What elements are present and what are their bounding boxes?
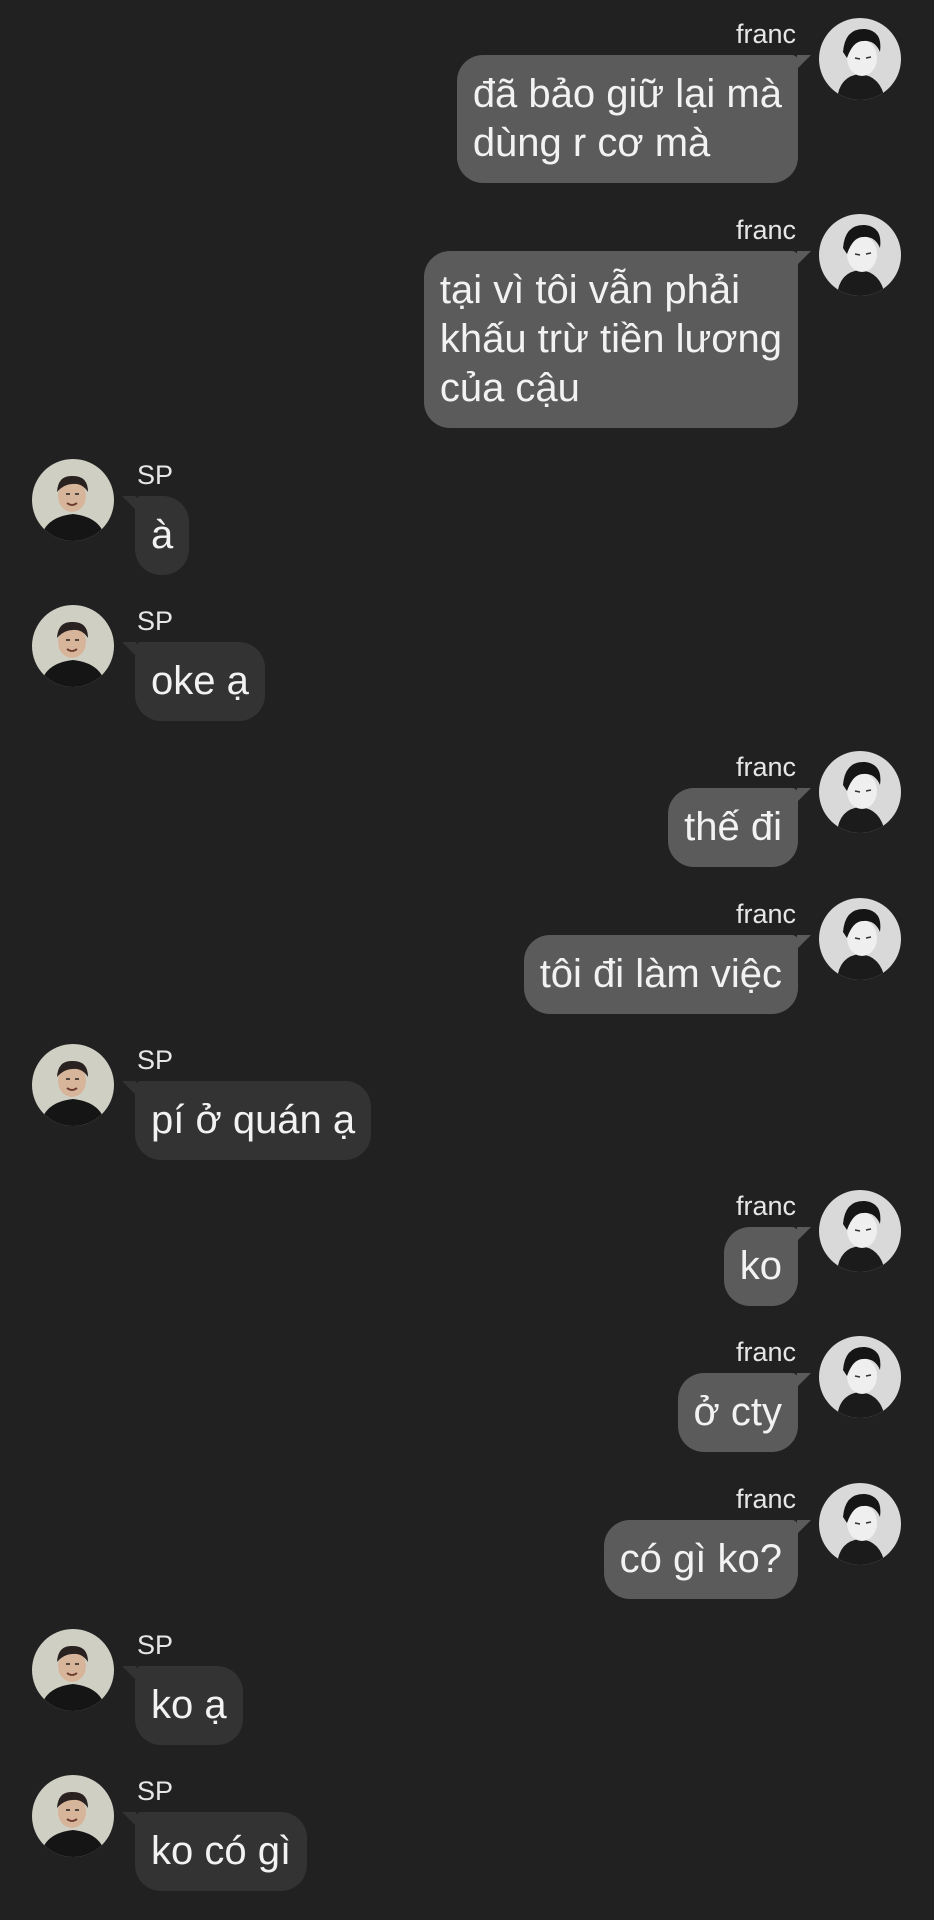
message-bubble[interactable]: ko ạ — [122, 1666, 243, 1745]
message-bubble[interactable]: tại vì tôi vẫn phải khấu trừ tiền lương … — [423, 251, 812, 428]
sp-avatar[interactable] — [32, 605, 114, 687]
message-sender-name: franc — [735, 1484, 796, 1514]
message-sender-name: SP — [137, 1630, 174, 1660]
message-sender-name: franc — [735, 19, 796, 49]
message-bubble[interactable]: có gì ko? — [603, 1520, 812, 1599]
message-bubble[interactable]: oke ạ — [122, 642, 265, 721]
franc-avatar[interactable] — [819, 214, 901, 296]
message-sender-name: franc — [735, 215, 796, 245]
sp-avatar[interactable] — [32, 1629, 114, 1711]
message-bubble[interactable]: ko có gì — [121, 1812, 308, 1891]
franc-avatar[interactable] — [819, 1483, 901, 1565]
message-bubble[interactable]: à — [121, 496, 190, 575]
message-bubble[interactable]: ko — [723, 1227, 812, 1306]
message-sender-name: franc — [735, 899, 796, 929]
sp-avatar[interactable] — [32, 459, 114, 541]
franc-avatar[interactable] — [819, 1336, 901, 1418]
message-sender-name: SP — [137, 460, 174, 490]
franc-avatar[interactable] — [819, 18, 901, 100]
message-bubble[interactable]: tôi đi làm việc — [523, 935, 812, 1014]
message-sender-name: franc — [735, 752, 796, 782]
message-bubble[interactable]: thế đi — [668, 788, 811, 867]
message-sender-name: franc — [735, 1191, 796, 1221]
message-sender-name: SP — [137, 606, 174, 636]
message-bubble[interactable]: pí ở quán ạ — [121, 1081, 372, 1160]
message-sender-name: SP — [137, 1776, 174, 1806]
message-bubble[interactable]: đã bảo giữ lại mà dùng r cơ mà — [456, 55, 812, 183]
message-sender-name: SP — [137, 1045, 174, 1075]
sp-avatar[interactable] — [32, 1775, 114, 1857]
franc-avatar[interactable] — [819, 898, 901, 980]
message-sender-name: franc — [735, 1337, 796, 1367]
franc-avatar[interactable] — [819, 1190, 901, 1272]
franc-avatar[interactable] — [819, 751, 901, 833]
sp-avatar[interactable] — [32, 1044, 114, 1126]
message-bubble[interactable]: ở cty — [677, 1373, 812, 1452]
